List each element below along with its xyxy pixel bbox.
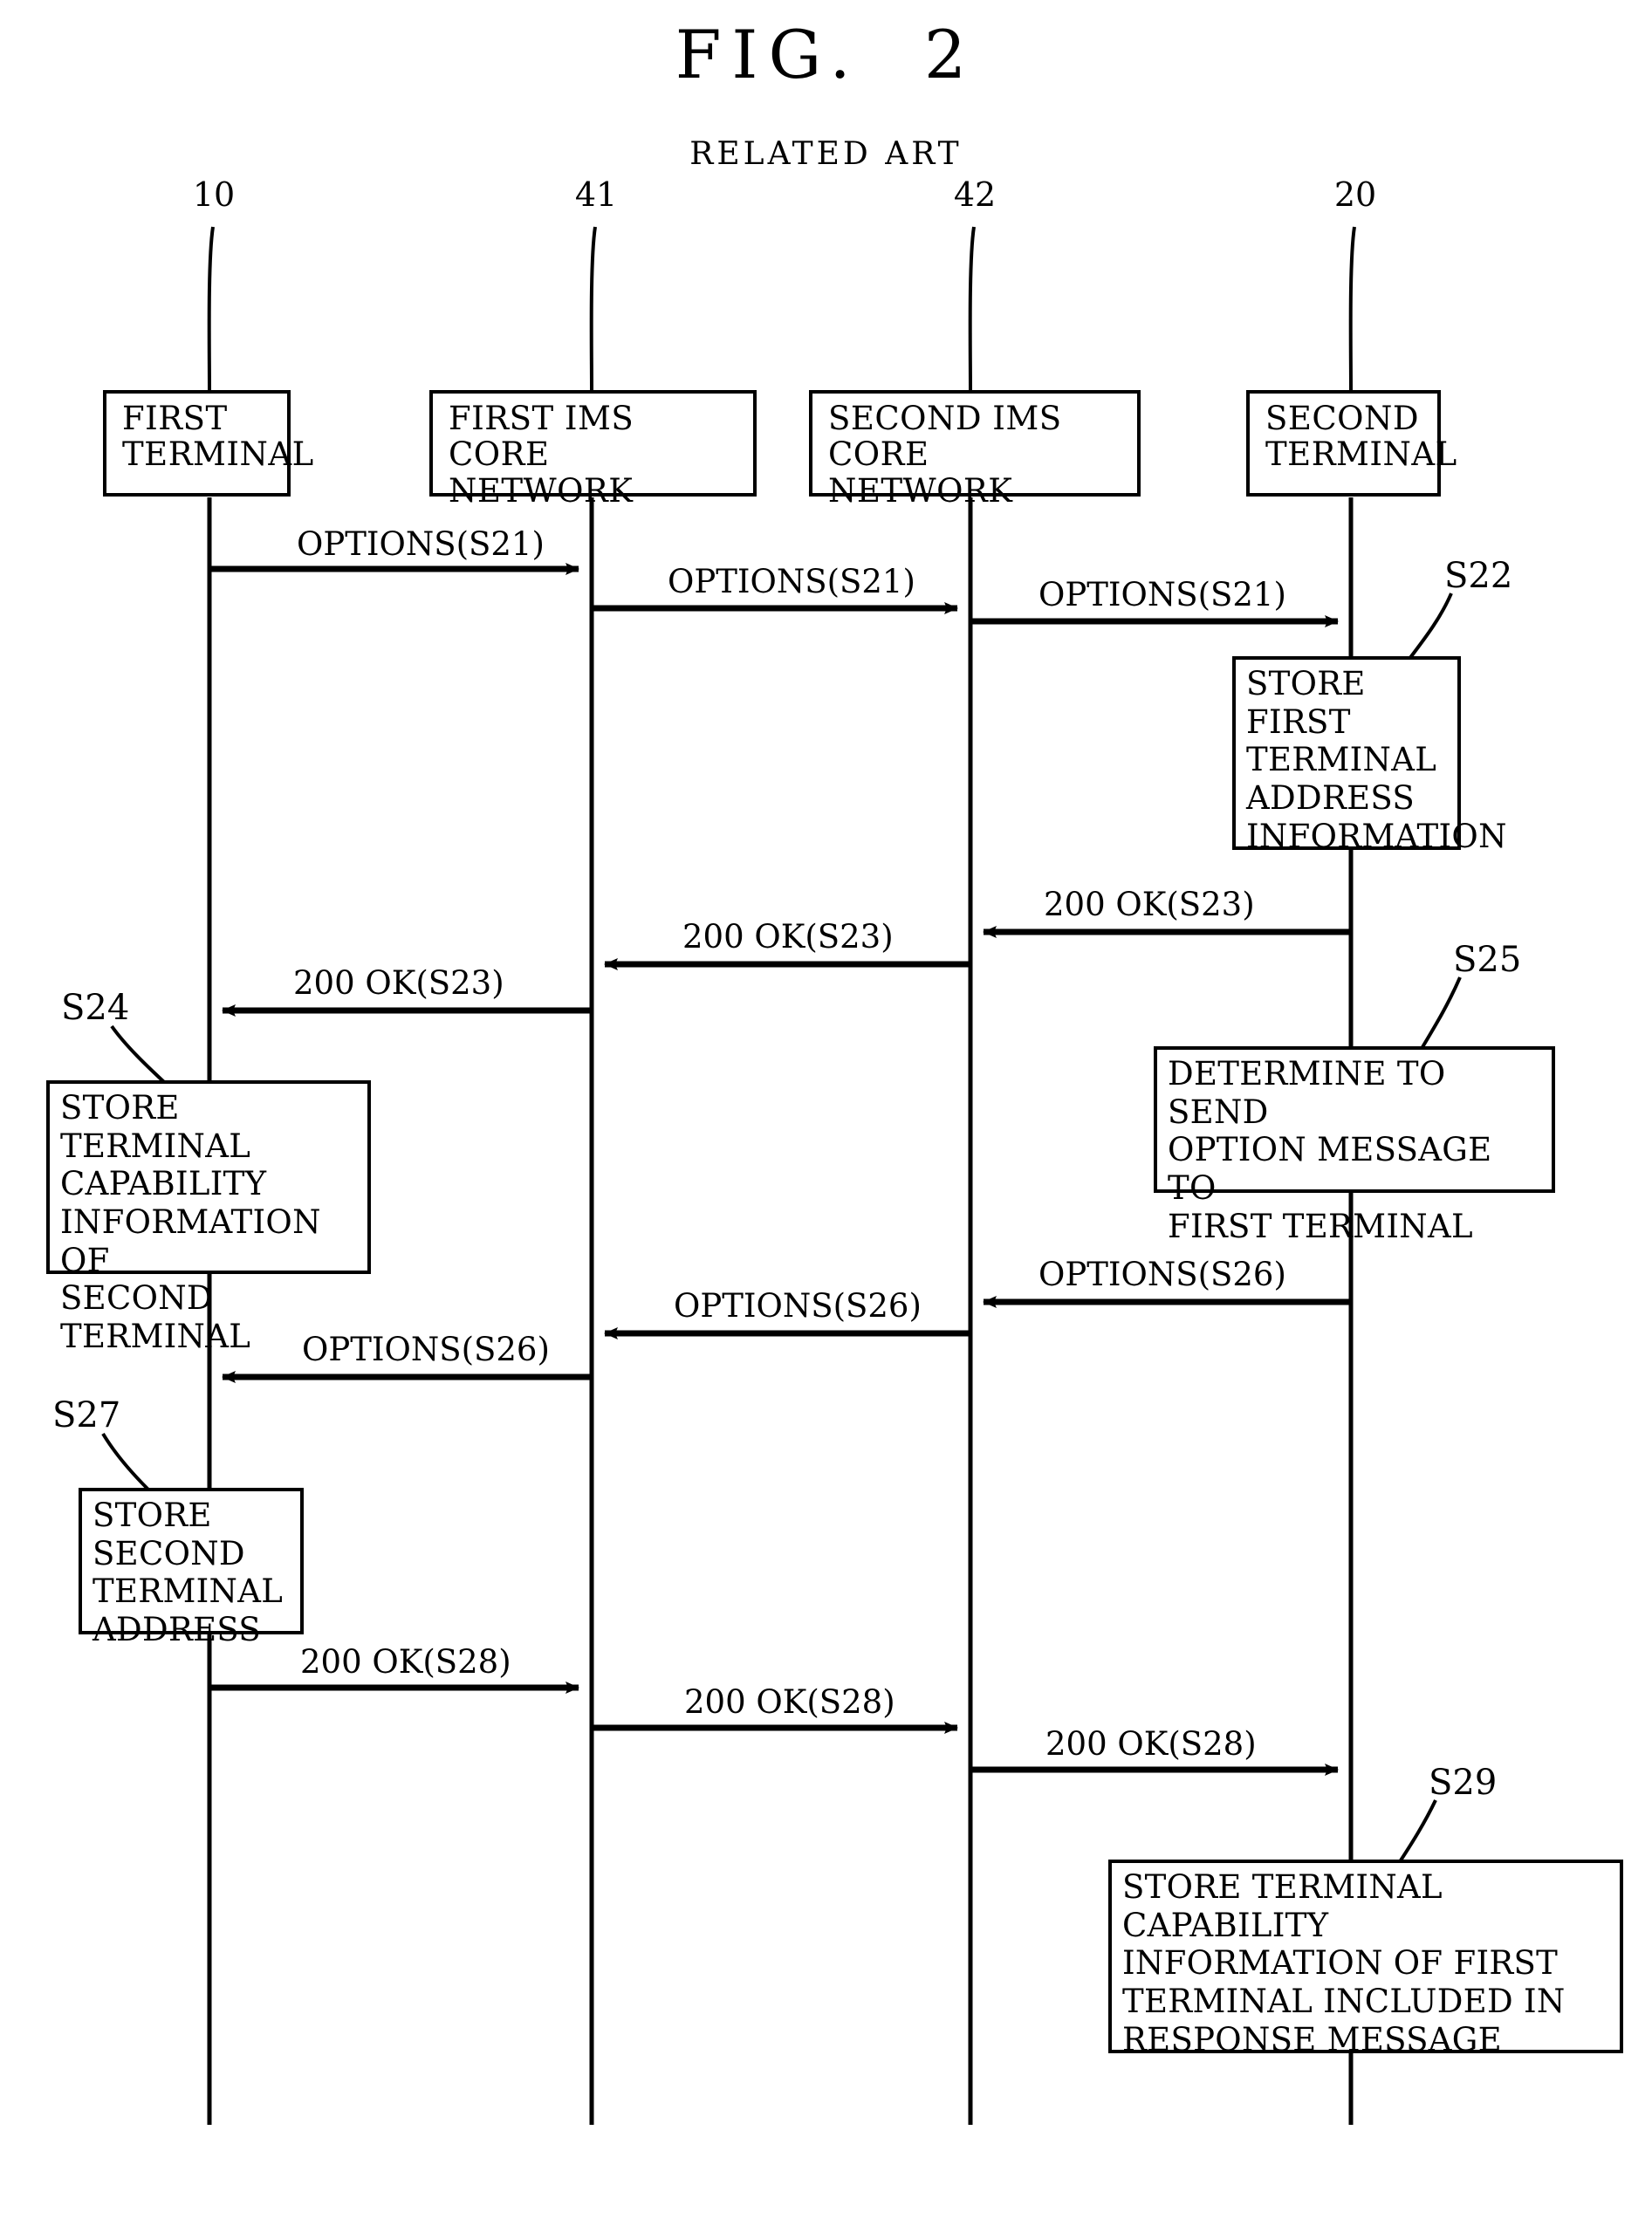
reference-leader-lines xyxy=(207,226,1356,391)
action-box-s29: STORE TERMINAL CAPABILITY INFORMATION OF… xyxy=(1108,1860,1623,2058)
message-label-options-s26-a: OPTIONS(S26) xyxy=(1038,1256,1286,1293)
patent-figure: FIG. 2 RELATED ART 10 41 42 20 FIRST TER… xyxy=(0,0,1652,2240)
message-label-200ok-s28-c: 200 OK(S28) xyxy=(1045,1725,1257,1763)
step-number-s27: S27 xyxy=(52,1395,121,1435)
message-label-options-s21-c: OPTIONS(S21) xyxy=(1038,576,1286,613)
reference-number-41: 41 xyxy=(574,175,618,214)
action-box-s25: DETERMINE TO SEND OPTION MESSAGE TO FIRS… xyxy=(1154,1046,1555,1245)
lifeline-box-first-terminal: FIRST TERMINAL xyxy=(103,390,313,497)
message-label-200ok-s23-c: 200 OK(S23) xyxy=(293,964,504,1002)
step-number-s24: S24 xyxy=(61,988,130,1028)
reference-number-20: 20 xyxy=(1333,175,1377,214)
leader-s22 xyxy=(1408,593,1453,661)
reference-number-42: 42 xyxy=(953,175,997,214)
lifeline-box-first-ims-core-network: FIRST IMS CORE NETWORK xyxy=(429,390,757,509)
message-label-options-s21-a: OPTIONS(S21) xyxy=(297,525,545,563)
action-box-s27: STORE SECOND TERMINAL ADDRESS xyxy=(79,1488,304,1648)
leader-s29 xyxy=(1399,1799,1437,1862)
reference-number-10: 10 xyxy=(192,175,236,214)
message-label-options-s26-b: OPTIONS(S26) xyxy=(674,1287,922,1325)
lifeline-box-second-terminal: SECOND TERMINAL xyxy=(1246,390,1457,497)
leader-s25 xyxy=(1421,976,1462,1049)
action-box-s24: STORE TERMINAL CAPABILITY INFORMATION OF… xyxy=(46,1080,371,1355)
message-label-options-s26-c: OPTIONS(S26) xyxy=(302,1331,550,1368)
leader-s27 xyxy=(101,1432,150,1491)
leader-s24 xyxy=(110,1024,166,1084)
step-number-s22: S22 xyxy=(1444,556,1513,596)
message-label-200ok-s23-b: 200 OK(S23) xyxy=(682,918,894,956)
step-number-s29: S29 xyxy=(1429,1763,1498,1803)
message-label-200ok-s28-b: 200 OK(S28) xyxy=(684,1683,895,1721)
step-number-s25: S25 xyxy=(1453,940,1522,980)
message-label-200ok-s28-a: 200 OK(S28) xyxy=(300,1643,511,1681)
lifeline-box-second-ims-core-network: SECOND IMS CORE NETWORK xyxy=(809,390,1141,509)
message-label-options-s21-b: OPTIONS(S21) xyxy=(668,563,915,600)
action-box-s22: STORE FIRST TERMINAL ADDRESS INFORMATION xyxy=(1232,656,1506,855)
message-label-200ok-s23-a: 200 OK(S23) xyxy=(1044,886,1255,923)
